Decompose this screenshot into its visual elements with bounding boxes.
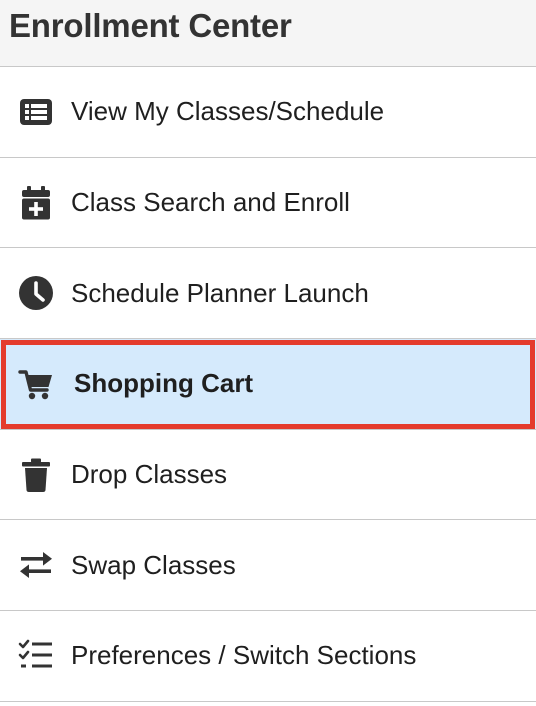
panel-header: Enrollment Center: [0, 0, 536, 67]
menu-item-label: Preferences / Switch Sections: [71, 640, 417, 671]
clock-icon: [18, 275, 54, 311]
menu-item-label: Drop Classes: [71, 459, 228, 490]
menu-item-label: Swap Classes: [71, 549, 236, 580]
menu-item-label: Schedule Planner Launch: [71, 277, 369, 308]
trash-icon: [18, 457, 54, 493]
menu-item-shopping-cart[interactable]: Shopping Cart: [0, 339, 536, 430]
shopping-cart-icon: [18, 366, 54, 402]
menu-item-preferences[interactable]: Preferences / Switch Sections: [0, 611, 536, 702]
list-icon: [18, 94, 54, 130]
checklist-icon: [18, 638, 54, 674]
menu-item-class-search[interactable]: Class Search and Enroll: [0, 157, 536, 249]
calendar-plus-icon: [18, 185, 54, 221]
swap-arrows-icon: [18, 547, 54, 583]
page-title: Enrollment Center: [9, 7, 292, 44]
menu-item-label: View My Classes/Schedule: [71, 96, 385, 127]
menu-item-drop-classes[interactable]: Drop Classes: [0, 429, 536, 521]
enrollment-center-panel: Enrollment Center View My Classes/Schedu…: [0, 0, 536, 706]
menu-item-view-my-classes[interactable]: View My Classes/Schedule: [0, 67, 536, 158]
menu-item-label: Class Search and Enroll: [71, 187, 350, 218]
menu-item-label: Shopping Cart: [74, 368, 254, 399]
menu-item-schedule-planner[interactable]: Schedule Planner Launch: [0, 248, 536, 340]
menu-item-swap-classes[interactable]: Swap Classes: [0, 520, 536, 612]
enrollment-menu: View My Classes/Schedule Class Search an…: [0, 67, 536, 702]
